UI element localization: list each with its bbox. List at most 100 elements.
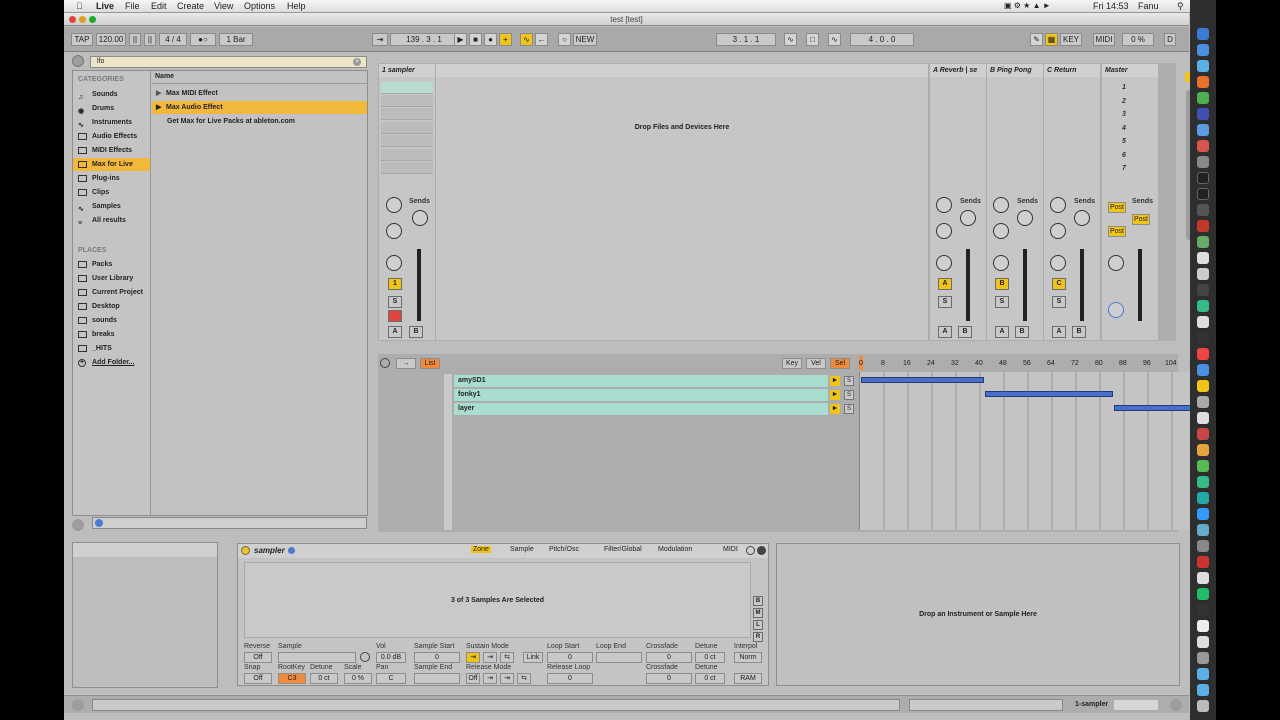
app-icon[interactable] bbox=[1197, 252, 1209, 264]
return-c-title[interactable]: C Return bbox=[1044, 64, 1100, 77]
follow-icon[interactable]: ⇥ bbox=[372, 33, 388, 46]
snap-toggle[interactable]: Off bbox=[244, 673, 272, 684]
app-icon[interactable] bbox=[1197, 236, 1209, 248]
downloads-icon[interactable] bbox=[1197, 684, 1209, 696]
send-b-knob[interactable] bbox=[1017, 210, 1033, 226]
new-button[interactable]: NEW bbox=[573, 33, 597, 46]
category-max-for-live[interactable]: Max for Live bbox=[73, 158, 150, 171]
clip-slot[interactable] bbox=[381, 135, 433, 147]
crossfade-b-button[interactable]: B bbox=[1015, 326, 1029, 338]
pan-knob[interactable] bbox=[993, 255, 1009, 271]
place-packs[interactable]: Packs bbox=[73, 258, 150, 271]
sample-start-field[interactable]: 0 bbox=[414, 652, 460, 663]
app-icon[interactable] bbox=[1197, 380, 1209, 392]
arrangement-position[interactable]: 139 . 3 . 1 bbox=[390, 33, 458, 46]
app-icon[interactable] bbox=[1197, 572, 1209, 584]
nudge-icon[interactable]: || bbox=[129, 33, 141, 46]
time-signature-field[interactable]: 4 / 4 bbox=[159, 33, 187, 46]
pan-knob[interactable] bbox=[386, 255, 402, 271]
solo-button[interactable]: S bbox=[388, 296, 402, 308]
reverse-toggle[interactable]: Off bbox=[244, 652, 272, 663]
firefox-icon[interactable] bbox=[1197, 76, 1209, 88]
tap-button[interactable]: TAP bbox=[71, 33, 93, 46]
send-b-knob[interactable] bbox=[1074, 210, 1090, 226]
app-icon[interactable] bbox=[1197, 460, 1209, 472]
zone-editor-toggle-icon[interactable] bbox=[380, 358, 390, 368]
loop-start-field[interactable]: 3 . 1 . 1 bbox=[716, 33, 776, 46]
skype-icon[interactable] bbox=[1197, 508, 1209, 520]
send-c-knob[interactable] bbox=[936, 223, 952, 239]
side-l-button[interactable]: L bbox=[753, 620, 763, 630]
add-folder-link[interactable]: + Add Folder... bbox=[73, 356, 150, 369]
send-c-knob[interactable] bbox=[1050, 223, 1066, 239]
live-icon[interactable] bbox=[1197, 204, 1209, 216]
hot-swap-icon[interactable] bbox=[288, 547, 295, 554]
app-icon[interactable] bbox=[1197, 284, 1209, 296]
instrument-drop-area[interactable]: Drop an Instrument or Sample Here bbox=[776, 543, 1180, 686]
sample-row-layer[interactable]: layer bbox=[454, 403, 828, 415]
clip-slot[interactable] bbox=[381, 82, 433, 94]
ram-button[interactable]: RAM bbox=[734, 673, 762, 684]
menu-options[interactable]: Options bbox=[244, 1, 275, 11]
scene-3[interactable]: 3 bbox=[1122, 111, 1126, 118]
pan-knob[interactable] bbox=[936, 255, 952, 271]
sample-row-amysd1[interactable]: amySD1 bbox=[454, 375, 828, 387]
side-m-button[interactable]: M bbox=[753, 608, 763, 618]
app-icon[interactable] bbox=[1197, 140, 1209, 152]
loop-start-field[interactable]: 0 bbox=[547, 652, 593, 663]
browser-item-max-audio-effect[interactable]: ▶ Max Audio Effect bbox=[152, 101, 367, 114]
cue-volume-knob[interactable] bbox=[1108, 302, 1124, 318]
trash-icon[interactable] bbox=[1197, 700, 1209, 712]
category-plug-ins[interactable]: Plug-ins bbox=[73, 172, 150, 185]
menu-view[interactable]: View bbox=[214, 1, 233, 11]
category-samples[interactable]: ∿ Samples bbox=[73, 200, 150, 213]
app-icon[interactable] bbox=[1197, 524, 1209, 536]
tab-filter-global[interactable]: Filter/Global bbox=[604, 546, 642, 553]
master-pan-knob[interactable] bbox=[1108, 255, 1124, 271]
app-icon[interactable] bbox=[1197, 188, 1209, 200]
vel-zone-button[interactable]: Vel bbox=[806, 358, 826, 369]
return-a-activator[interactable]: A bbox=[938, 278, 952, 290]
zone-arrow-icon[interactable]: → bbox=[396, 358, 416, 369]
category-drums[interactable]: ◉ Drums bbox=[73, 102, 150, 115]
sample-end-field[interactable] bbox=[414, 673, 460, 684]
expand-icon[interactable]: ▶ bbox=[156, 87, 161, 100]
key-map-button[interactable]: KEY bbox=[1060, 33, 1082, 46]
reenable-automation-icon[interactable]: ← bbox=[535, 33, 548, 46]
app-icon[interactable] bbox=[1197, 396, 1209, 408]
speaker-icon[interactable]: ► bbox=[830, 376, 840, 386]
punch-out-icon[interactable]: ∿ bbox=[828, 33, 841, 46]
clip-slot[interactable] bbox=[381, 108, 433, 120]
metronome-icon[interactable]: ●○ bbox=[190, 33, 216, 46]
key-zone-button[interactable]: Key bbox=[782, 358, 802, 369]
app-icon[interactable] bbox=[1197, 348, 1209, 360]
speaker-icon[interactable]: ► bbox=[830, 404, 840, 414]
place-breaks[interactable]: breaks bbox=[73, 328, 150, 341]
sustain-pingpong-icon[interactable]: ⇆ bbox=[500, 652, 514, 663]
side-b-button[interactable]: B bbox=[753, 596, 763, 606]
sample-row-fonky1[interactable]: fonky1 bbox=[454, 389, 828, 401]
side-r-button[interactable]: R bbox=[753, 632, 763, 642]
device-settings-icon[interactable] bbox=[746, 546, 755, 555]
link-button[interactable]: Link bbox=[523, 652, 543, 663]
finder-icon[interactable] bbox=[1197, 28, 1209, 40]
app-icon[interactable] bbox=[1197, 636, 1209, 648]
apple-menu-icon[interactable]:  bbox=[76, 1, 83, 11]
pan-field[interactable]: C bbox=[376, 673, 406, 684]
browser-toggle-icon[interactable] bbox=[72, 55, 84, 67]
session-record-icon[interactable]: ○ bbox=[558, 33, 571, 46]
send-b-knob[interactable] bbox=[960, 210, 976, 226]
zone-bar-fonky1[interactable] bbox=[985, 391, 1113, 397]
scale-field[interactable]: 0 % bbox=[344, 673, 372, 684]
mpc-icon[interactable] bbox=[1197, 220, 1209, 232]
app-icon[interactable] bbox=[1197, 332, 1209, 344]
app-icon[interactable] bbox=[1197, 428, 1209, 440]
scene-1[interactable]: 1 bbox=[1122, 84, 1126, 91]
device-menu-icon[interactable] bbox=[757, 546, 766, 555]
punch-in-icon[interactable]: ∿ bbox=[784, 33, 797, 46]
detune-field[interactable]: 0 ct bbox=[695, 673, 725, 684]
terminal-icon[interactable] bbox=[1197, 604, 1209, 616]
scene-6[interactable]: 6 bbox=[1122, 152, 1126, 159]
return-c-activator[interactable]: C bbox=[1052, 278, 1066, 290]
app-icon[interactable] bbox=[1197, 492, 1209, 504]
